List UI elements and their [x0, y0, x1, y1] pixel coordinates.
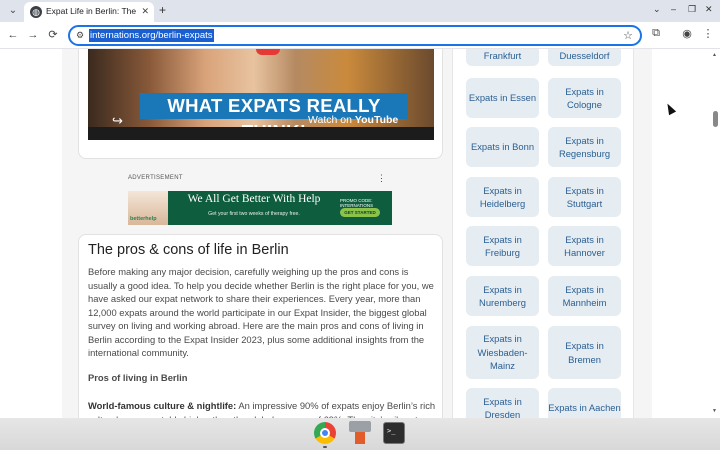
city-link-heidelberg[interactable]: Expats in Heidelberg: [466, 177, 539, 217]
restore-icon[interactable]: ❐: [688, 4, 696, 15]
article-card: The pros & cons of life in Berlin Before…: [78, 234, 443, 418]
mouse-cursor-icon: [663, 101, 677, 116]
pros-item: World-famous culture & nightlife: An imp…: [88, 399, 436, 418]
youtube-logo: YouTube: [354, 114, 399, 126]
chrome-icon[interactable]: [314, 422, 336, 444]
article-title: The pros & cons of life in Berlin: [88, 242, 289, 258]
city-link-mannheim[interactable]: Expats in Mannheim: [548, 276, 621, 316]
city-link-bonn[interactable]: Expats in Bonn: [466, 127, 539, 167]
globe-icon: ◍: [30, 6, 42, 18]
city-link-dresden[interactable]: Expats in Dresden: [466, 388, 539, 418]
scroll-up-arrow-icon[interactable]: ▲: [712, 52, 717, 58]
kebab-menu-icon[interactable]: ⋮: [700, 27, 716, 40]
extensions-icon[interactable]: ⧉: [648, 27, 664, 40]
city-link-hannover[interactable]: Expats in Hannover: [548, 226, 621, 266]
running-indicator: [323, 446, 327, 448]
ad-label: ADVERTISEMENT: [128, 175, 183, 181]
youtube-video[interactable]: WHAT EXPATS REALLY THINK! ↪ Watch on You…: [88, 49, 434, 140]
window-close-icon[interactable]: ✕: [705, 4, 713, 15]
city-link-essen[interactable]: Expats in Essen: [466, 78, 539, 118]
video-card: WHAT EXPATS REALLY THINK! ↪ Watch on You…: [78, 49, 443, 159]
city-sidebar: Frankfurt Duesseldorf Expats in Essen Ex…: [452, 49, 634, 418]
forward-icon[interactable]: →: [26, 28, 40, 42]
minimize-icon[interactable]: –: [671, 4, 676, 14]
url-text[interactable]: internations.org/berlin-expats: [89, 29, 214, 42]
city-link-frankfurt[interactable]: Frankfurt: [466, 49, 539, 66]
browser-tab[interactable]: ◍ Expat Life in Berlin: The Pros ✕: [24, 2, 154, 22]
video-bottom-strip: [88, 127, 434, 140]
share-icon[interactable]: ↪: [112, 113, 123, 129]
chevron-down-icon[interactable]: ⌄: [653, 4, 661, 15]
tab-title: Expat Life in Berlin: The Pros: [46, 6, 138, 16]
city-link-nuremberg[interactable]: Expats in Nuremberg: [466, 276, 539, 316]
tab-strip: ⌄ ◍ Expat Life in Berlin: The Pros ✕ + ⌄…: [0, 0, 720, 22]
page-viewport: WHAT EXPATS REALLY THINK! ↪ Watch on You…: [0, 49, 720, 418]
new-tab-button[interactable]: +: [159, 3, 166, 17]
decoration: [256, 49, 280, 55]
pros-item-title: World-famous culture & nightlife:: [88, 400, 237, 411]
star-icon[interactable]: ☆: [623, 29, 633, 42]
back-icon[interactable]: ←: [6, 28, 20, 42]
ad-promo-code: PROMO CODE: INTERNATIONS: [340, 198, 374, 208]
site-settings-icon[interactable]: ⚙: [76, 30, 84, 41]
profile-icon[interactable]: ◉: [679, 27, 695, 40]
ad-banner[interactable]: betterhelp We All Get Better With Help G…: [128, 191, 392, 225]
watch-on-youtube-button[interactable]: Watch on YouTube: [308, 114, 398, 126]
address-bar[interactable]: ⚙ internations.org/berlin-expats ☆: [68, 25, 642, 46]
reload-icon[interactable]: ⟳: [46, 28, 60, 42]
city-link-wiesbaden-mainz[interactable]: Expats in Wiesbaden-Mainz: [466, 326, 539, 379]
ad-subtext: Get your first two weeks of therapy free…: [208, 211, 300, 217]
city-link-aachen[interactable]: Expats in Aachen: [548, 388, 621, 418]
city-link-regensburg[interactable]: Expats in Regensburg: [548, 127, 621, 167]
more-options-icon[interactable]: ⋮: [377, 173, 386, 184]
ad-headline: We All Get Better With Help: [187, 193, 321, 205]
city-link-freiburg[interactable]: Expats in Freiburg: [466, 226, 539, 266]
os-taskbar: >_: [0, 418, 720, 450]
ad-cta-button[interactable]: GET STARTED: [340, 208, 380, 217]
scroll-down-arrow-icon[interactable]: ▼: [712, 408, 717, 414]
article-intro: Before making any major decision, carefu…: [88, 266, 434, 358]
scroll-thumb[interactable]: [713, 111, 718, 127]
pros-heading: Pros of living in Berlin: [88, 372, 188, 383]
watch-on-label: Watch on: [308, 114, 352, 126]
keyboard-icon-base: [355, 432, 365, 444]
city-link-duesseldorf[interactable]: Duesseldorf: [548, 49, 621, 66]
ad-brand-logo: betterhelp: [130, 216, 157, 222]
keyboard-app-icon[interactable]: [349, 421, 371, 445]
city-link-cologne[interactable]: Expats in Cologne: [548, 78, 621, 118]
page-scrollbar[interactable]: [709, 49, 720, 418]
close-icon[interactable]: ✕: [141, 6, 149, 17]
browser-toolbar: ← → ⟳ ⚙ internations.org/berlin-expats ☆…: [0, 22, 720, 49]
chrome-icon-center: [320, 428, 330, 438]
tab-search-icon[interactable]: ⌄: [6, 4, 20, 18]
city-link-stuttgart[interactable]: Expats in Stuttgart: [548, 177, 621, 217]
keyboard-icon-top: [349, 421, 371, 432]
terminal-icon[interactable]: >_: [383, 422, 405, 444]
city-link-bremen[interactable]: Expats in Bremen: [548, 326, 621, 379]
